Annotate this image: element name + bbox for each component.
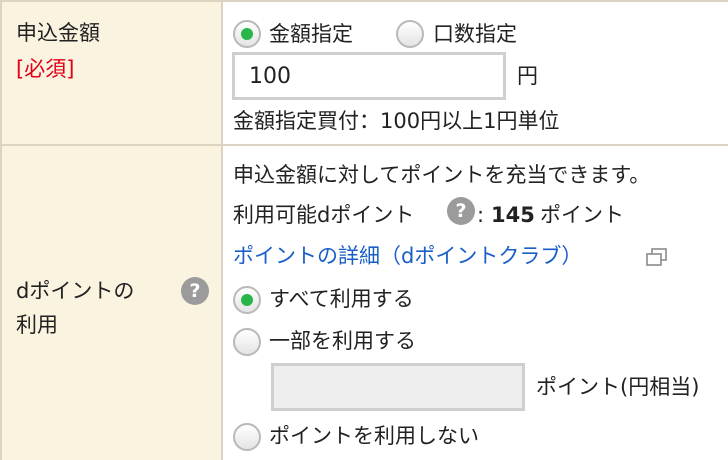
radio-units-specified-label[interactable]: 口数指定 bbox=[433, 19, 517, 49]
radio-no-points-label[interactable]: ポイントを利用しない bbox=[269, 421, 479, 451]
radio-use-partial-points[interactable] bbox=[233, 328, 261, 356]
radio-amount-specified-label[interactable]: 金額指定 bbox=[269, 19, 353, 49]
column-divider bbox=[221, 0, 223, 460]
left-border bbox=[0, 0, 2, 460]
point-usage-help-icon[interactable]: ? bbox=[181, 277, 209, 305]
point-description: 申込金額に対してポイントを充当できます。 bbox=[233, 163, 651, 187]
amount-label: 申込金額 bbox=[16, 21, 100, 45]
row-divider bbox=[0, 144, 728, 146]
point-usage-label-line2: 利用 bbox=[16, 313, 58, 337]
point-usage-label: dポイントの bbox=[16, 279, 135, 303]
available-points-help-icon[interactable]: ? bbox=[447, 197, 475, 225]
available-points-label: 利用可能dポイント bbox=[233, 203, 415, 227]
radio-use-partial-points-label[interactable]: 一部を利用する bbox=[269, 326, 416, 356]
radio-use-all-points[interactable] bbox=[233, 286, 261, 314]
required-badge: [必須] bbox=[16, 57, 75, 81]
amount-note: 金額指定買付：100円以上1円単位 bbox=[233, 109, 560, 133]
point-detail-link[interactable]: ポイントの詳細（dポイントクラブ） bbox=[233, 241, 582, 271]
top-border bbox=[0, 0, 728, 2]
amount-input[interactable] bbox=[232, 52, 506, 100]
amount-unit: 円 bbox=[517, 64, 538, 88]
radio-amount-specified[interactable] bbox=[233, 20, 261, 48]
partial-points-input[interactable] bbox=[271, 363, 525, 411]
radio-use-all-points-label[interactable]: すべて利用する bbox=[269, 284, 414, 314]
available-points-unit: ポイント bbox=[540, 203, 624, 227]
available-points-separator: : bbox=[477, 203, 485, 227]
radio-units-specified[interactable] bbox=[396, 20, 424, 48]
partial-points-unit: ポイント(円相当) bbox=[536, 375, 700, 399]
order-form: 申込金額 [必須] 金額指定 口数指定 円 金額指定買付：100円以上1円単位 … bbox=[0, 0, 728, 460]
radio-no-points[interactable] bbox=[233, 423, 261, 451]
available-points-value: 145 bbox=[491, 203, 535, 227]
external-window-icon[interactable] bbox=[646, 248, 668, 266]
